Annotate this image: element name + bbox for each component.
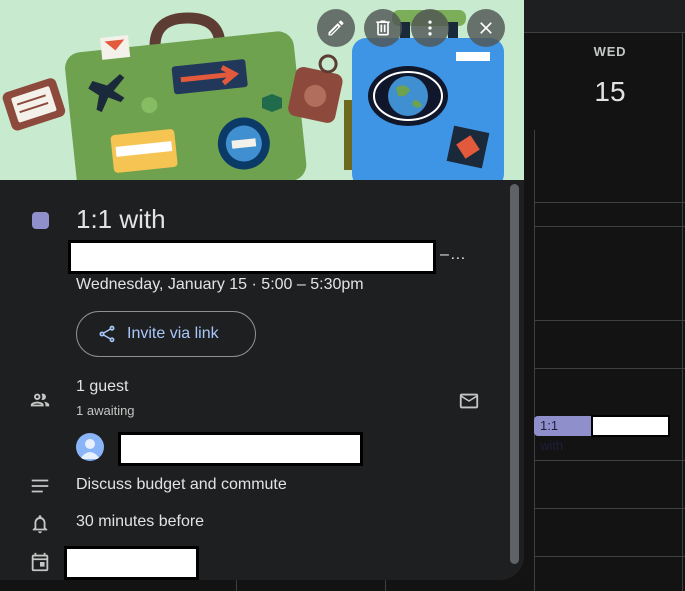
share-icon xyxy=(99,325,115,343)
event-details-popup: 1:1 with –… Wednesday, January 15 · 5:00… xyxy=(0,0,524,580)
event-color-swatch xyxy=(32,212,49,229)
header-illustration xyxy=(0,0,524,180)
grid-line xyxy=(236,580,237,591)
event-datetime: Wednesday, January 15 · 5:00 – 5:30pm xyxy=(76,276,364,293)
title-ellipsis: –… xyxy=(440,246,467,263)
day-name-label: WED xyxy=(593,44,627,59)
delete-event-button[interactable] xyxy=(364,9,402,47)
guests-icon xyxy=(28,388,52,412)
guest-status: 1 awaiting xyxy=(76,403,135,418)
event-chip-label: 1:1 with xyxy=(534,416,591,453)
redacted-calendar-name xyxy=(64,546,199,580)
grid-line xyxy=(534,202,685,203)
grid-line xyxy=(524,32,685,33)
event-title: 1:1 with xyxy=(76,204,166,234)
event-details-body: 1:1 with –… Wednesday, January 15 · 5:00… xyxy=(0,180,524,580)
scrollbar[interactable] xyxy=(510,184,519,564)
more-icon xyxy=(428,20,432,36)
day-number[interactable]: 15 xyxy=(560,76,660,108)
description-icon xyxy=(28,474,52,498)
delete-icon xyxy=(376,20,390,36)
grid-line xyxy=(534,130,535,591)
redacted-title-name xyxy=(68,240,436,274)
edit-icon xyxy=(328,20,344,36)
edit-event-button[interactable] xyxy=(317,9,355,47)
grid-line xyxy=(534,460,685,461)
reminder-text: 30 minutes before xyxy=(76,513,205,530)
event-description: Discuss budget and commute xyxy=(76,476,287,493)
grid-line xyxy=(534,226,685,227)
redacted-guest-name xyxy=(118,432,363,466)
redacted-name xyxy=(590,415,670,437)
calendar-icon xyxy=(28,550,52,574)
calendar-event-chip[interactable]: 1:1 with xyxy=(534,415,670,453)
grid-line xyxy=(534,320,685,321)
grid-line xyxy=(682,0,683,591)
top-strip xyxy=(524,0,685,32)
mail-icon xyxy=(459,393,479,409)
close-button[interactable] xyxy=(467,9,505,47)
more-options-button[interactable] xyxy=(411,9,449,47)
guest-count: 1 guest xyxy=(76,378,129,395)
notification-bell-icon xyxy=(28,512,52,536)
grid-line xyxy=(534,508,685,509)
invite-label: Invite via link xyxy=(127,325,219,342)
close-icon xyxy=(480,22,492,34)
grid-line xyxy=(385,580,386,591)
grid-line xyxy=(534,556,685,557)
invite-via-link-button[interactable]: Invite via link xyxy=(76,311,256,357)
email-guests-button[interactable] xyxy=(456,388,482,414)
grid-line xyxy=(534,368,685,369)
avatar[interactable] xyxy=(76,433,104,461)
